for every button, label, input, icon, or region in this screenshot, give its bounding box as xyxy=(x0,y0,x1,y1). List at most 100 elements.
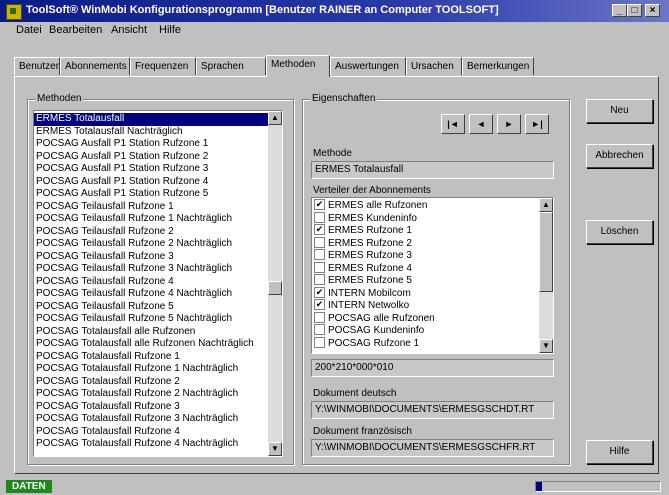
verteiler-list-item[interactable]: ✔ INTERN Mobilcom xyxy=(312,286,538,301)
app-icon[interactable] xyxy=(6,4,22,20)
tab-frequenzen[interactable]: Frequenzen xyxy=(130,57,196,75)
status-progress-fill xyxy=(536,482,543,491)
methoden-list-item[interactable]: POCSAG Totalausfall Rufzone 2 Nachträgli… xyxy=(34,388,268,401)
checkbox[interactable]: ✔ xyxy=(314,224,325,235)
tab-benutzer[interactable]: Benutzer xyxy=(14,57,60,75)
methoden-list-item[interactable]: POCSAG Teilausfall Rufzone 3 xyxy=(34,251,268,264)
tab-bemerkungen[interactable]: Bemerkungen xyxy=(462,57,534,75)
first-record-button[interactable]: |◄ xyxy=(441,114,465,134)
checkbox[interactable] xyxy=(314,274,325,285)
checkbox[interactable] xyxy=(314,249,325,260)
tab-sprachen[interactable]: Sprachen xyxy=(196,57,266,75)
window-title: ToolSoft® WinMobi Konfigurationsprogramm… xyxy=(26,4,499,16)
loeschen-button[interactable]: Löschen xyxy=(586,220,653,244)
verteiler-list-item[interactable]: POCSAG Kundeninfo xyxy=(312,324,538,338)
methoden-list-item[interactable]: POCSAG Ausfall P1 Station Rufzone 4 xyxy=(34,176,268,189)
methoden-list-item[interactable]: POCSAG Totalausfall Rufzone 3 Nachträgli… xyxy=(34,413,268,426)
verteiler-list-item[interactable]: ERMES Rufzone 3 xyxy=(312,249,538,263)
last-record-button[interactable]: ►| xyxy=(525,114,549,134)
checkbox[interactable]: ✔ xyxy=(314,299,325,310)
tab-methoden[interactable]: Methoden xyxy=(266,55,330,77)
methoden-list-item[interactable]: POCSAG Totalausfall Rufzone 4 xyxy=(34,426,268,439)
methoden-list-item[interactable]: POCSAG Totalausfall Rufzone 4 Nachträgli… xyxy=(34,438,268,451)
menu-datei[interactable]: Datei xyxy=(16,24,42,36)
verteiler-scroll-up-button[interactable]: ▲ xyxy=(539,198,553,212)
verteiler-list-item[interactable]: ✔ ERMES Rufzone 1 xyxy=(312,224,538,238)
checkbox[interactable] xyxy=(314,311,325,323)
methoden-list-item[interactable]: POCSAG Ausfall P1 Station Rufzone 2 xyxy=(34,151,268,164)
verteiler-scrollbar[interactable]: ▲ ▼ xyxy=(539,198,553,353)
checkbox[interactable]: ✔ xyxy=(314,286,325,298)
verteiler-list-item[interactable]: ERMES Rufzone 2 xyxy=(312,236,538,251)
hilfe-button[interactable]: Hilfe xyxy=(586,440,653,464)
scroll-thumb[interactable] xyxy=(268,281,282,295)
methoden-list-item[interactable]: POCSAG Totalausfall Rufzone 2 xyxy=(34,376,268,389)
methoden-list-item[interactable]: ERMES Totalausfall xyxy=(34,113,268,126)
tab-abonnements[interactable]: Abonnements xyxy=(60,57,130,75)
methoden-list[interactable]: ERMES Totalausfall ERMES Totalausfall Nac… xyxy=(33,110,283,457)
methoden-list-item[interactable]: POCSAG Teilausfall Rufzone 3 Nachträglic… xyxy=(34,263,268,276)
methoden-list-item[interactable]: POCSAG Teilausfall Rufzone 5 Nachträglic… xyxy=(34,313,268,326)
methoden-list-item[interactable]: POCSAG Ausfall P1 Station Rufzone 1 xyxy=(34,138,268,151)
tab-auswertungen[interactable]: Auswertungen xyxy=(330,57,406,75)
methoden-list-item[interactable]: POCSAG Ausfall P1 Station Rufzone 3 xyxy=(34,163,268,176)
dokument-franzoesisch-field[interactable]: Y:\WINMOBI\DOCUMENTS\ERMESGSCHFR.RT xyxy=(311,439,554,457)
verteiler-scroll-thumb[interactable] xyxy=(539,212,553,292)
verteiler-item-label: ERMES Rufzone 1 xyxy=(328,225,412,237)
methoden-list-item[interactable]: POCSAG Teilausfall Rufzone 4 xyxy=(34,276,268,289)
methoden-list-item[interactable]: POCSAG Teilausfall Rufzone 2 Nachträglic… xyxy=(34,238,268,251)
methoden-list-item[interactable]: POCSAG Teilausfall Rufzone 4 Nachträglic… xyxy=(34,288,268,301)
methoden-list-item[interactable]: POCSAG Totalausfall alle Rufzonen xyxy=(34,326,268,339)
menu-ansicht[interactable]: Ansicht xyxy=(111,24,147,36)
verteiler-item-label: ERMES Rufzone 4 xyxy=(328,262,412,274)
dokument-deutsch-label: Dokument deutsch xyxy=(313,388,397,399)
methoden-list-item[interactable]: POCSAG Teilausfall Rufzone 1 Nachträglic… xyxy=(34,213,268,226)
title-bar[interactable]: ToolSoft® WinMobi Konfigurationsprogramm… xyxy=(0,0,669,22)
methoden-list-item[interactable]: POCSAG Totalausfall Rufzone 1 Nachträgli… xyxy=(34,363,268,376)
methoden-list-item[interactable]: POCSAG Teilausfall Rufzone 1 xyxy=(34,201,268,214)
menu-bearbeiten[interactable]: Bearbeiten xyxy=(49,24,102,36)
checkbox[interactable]: ✔ xyxy=(314,199,325,210)
maximize-button[interactable]: □ xyxy=(627,4,642,17)
verteiler-scroll-down-button[interactable]: ▼ xyxy=(539,339,553,353)
methoden-list-item[interactable]: POCSAG Teilausfall Rufzone 2 xyxy=(34,226,268,239)
next-record-button[interactable]: ► xyxy=(497,114,521,134)
dokument-deutsch-field[interactable]: Y:\WINMOBI\DOCUMENTS\ERMESGSCHDT.RT xyxy=(311,401,554,419)
code-field[interactable]: 200*210*000*010 xyxy=(311,359,554,377)
verteiler-list-item[interactable]: ERMES Kundeninfo xyxy=(312,211,538,226)
methode-field[interactable]: ERMES Totalausfall xyxy=(311,161,554,179)
verteiler-list-item[interactable]: ERMES Rufzone 4 xyxy=(312,261,538,276)
minimize-button[interactable]: _ xyxy=(612,4,627,17)
methoden-list-item[interactable]: POCSAG Totalausfall alle Rufzonen Nachtr… xyxy=(34,338,268,351)
menu-hilfe[interactable]: Hilfe xyxy=(159,24,181,36)
methoden-list-item[interactable]: POCSAG Ausfall P1 Station Rufzone 5 xyxy=(34,188,268,201)
verteiler-list-item[interactable]: ✔ ERMES alle Rufzonen xyxy=(312,199,538,213)
tab-ursachen[interactable]: Ursachen xyxy=(406,57,462,75)
methoden-list-item[interactable]: ERMES Totalausfall Nachträglich xyxy=(34,126,268,139)
previous-record-button[interactable]: ◄ xyxy=(469,114,493,134)
checkbox[interactable] xyxy=(314,261,325,273)
checkbox[interactable] xyxy=(314,211,325,223)
verteiler-list-item[interactable]: POCSAG alle Rufzonen xyxy=(312,311,538,326)
verteiler-label: Verteiler der Abonnements xyxy=(313,185,431,196)
verteiler-list-item[interactable]: ✔ INTERN Netwolko xyxy=(312,299,538,313)
methoden-list-item[interactable]: POCSAG Totalausfall Rufzone 3 xyxy=(34,401,268,414)
scroll-up-button[interactable]: ▲ xyxy=(268,111,282,125)
status-bar: DATEN xyxy=(0,478,669,495)
checkbox[interactable] xyxy=(314,236,325,248)
methoden-list-item[interactable]: POCSAG Teilausfall Rufzone 5 xyxy=(34,301,268,314)
checkbox[interactable] xyxy=(314,336,325,348)
verteiler-item-label: ERMES alle Rufzonen xyxy=(328,200,428,212)
verteiler-list-item[interactable]: POCSAG Rufzone 1 xyxy=(312,336,538,351)
abbrechen-button[interactable]: Abbrechen xyxy=(586,144,653,168)
methoden-scrollbar[interactable]: ▲ ▼ xyxy=(268,111,282,456)
verteiler-list-item[interactable]: ERMES Rufzone 5 xyxy=(312,274,538,288)
neu-button[interactable]: Neu xyxy=(586,99,653,123)
status-badge: DATEN xyxy=(6,480,52,493)
methoden-list-item[interactable]: POCSAG Totalausfall Rufzone 1 xyxy=(34,351,268,364)
scroll-down-button[interactable]: ▼ xyxy=(268,442,282,456)
checkbox[interactable] xyxy=(314,324,325,335)
status-progress xyxy=(535,481,661,492)
close-button[interactable]: × xyxy=(645,4,660,17)
verteiler-checklist[interactable]: ✔ ERMES alle Rufzonen ERMES Kundeninfo ✔ ERM… xyxy=(311,197,554,354)
